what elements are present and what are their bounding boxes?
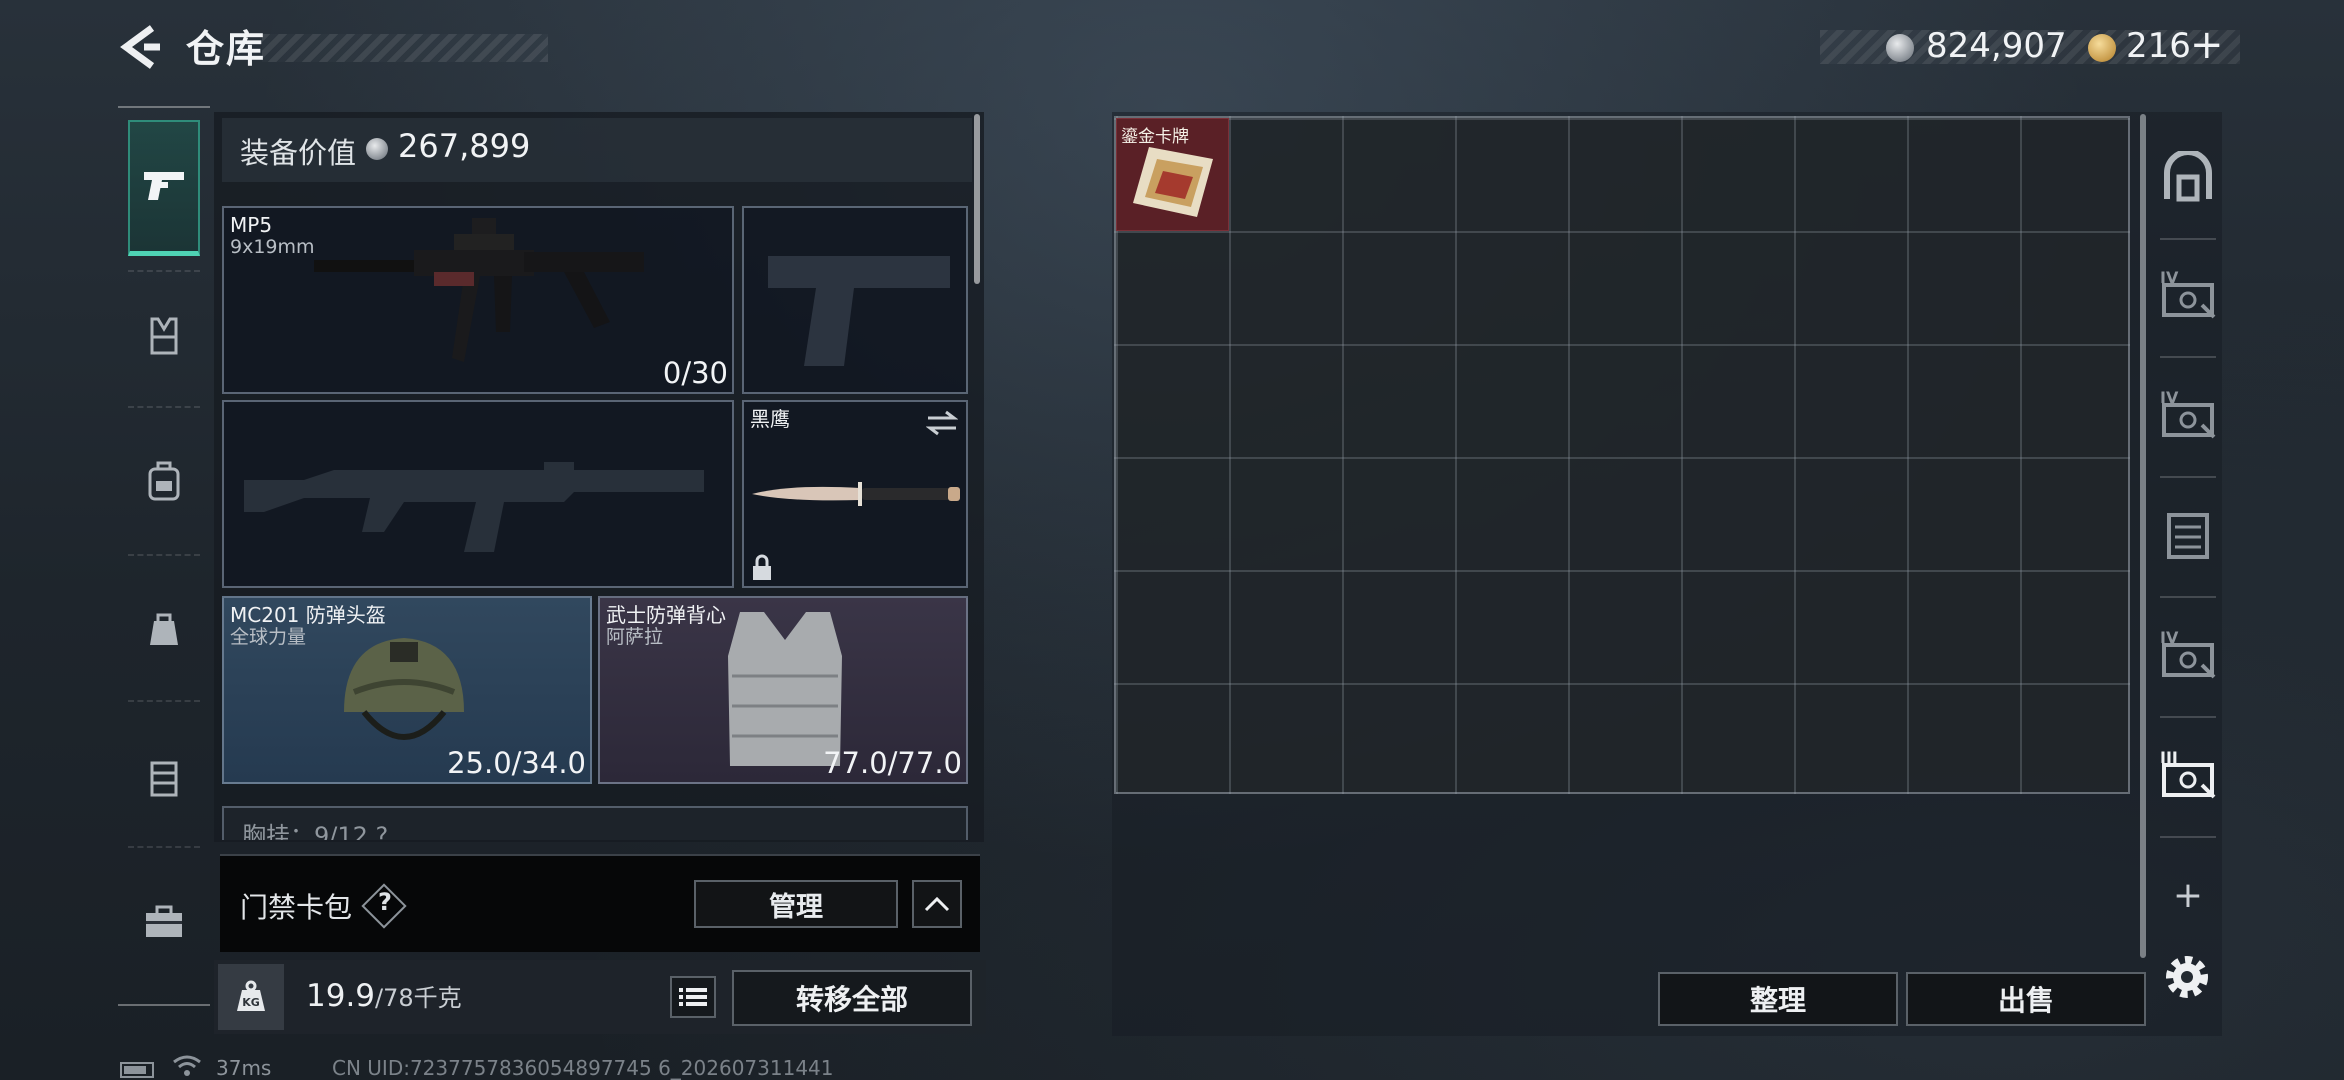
gold-coin-icon [2088,34,2116,62]
safe-box-icon [2164,151,2212,202]
primary-weapon-slot[interactable]: MP5 9x19mm 0/30 [222,206,734,394]
rail-top-line [118,106,210,108]
pistol-silhouette-icon [768,256,950,366]
list-icon [679,988,707,1006]
battery-level [124,1066,146,1074]
equipment-value: 267,899 [398,127,531,165]
rail-item-weapons[interactable] [128,144,200,228]
gear-icon[interactable] [2158,948,2216,1006]
back-button[interactable] [116,22,162,72]
add-currency-button[interactable]: + [2190,22,2224,68]
stash-item-name: 鎏金卡牌 [1121,127,1189,147]
weight-capacity: /78千克 [375,984,462,1012]
knife-icon [752,482,960,506]
rail-separator [128,846,200,848]
weight-icon-box: KG [218,964,284,1030]
stash-scrollbar[interactable] [2140,114,2146,958]
add-container-button[interactable]: + [2164,872,2212,920]
backpack-icon [148,461,180,501]
stash-grid[interactable] [1114,116,2130,794]
rail-item-pouch[interactable] [128,586,200,670]
page-title: 仓库 [186,27,267,71]
rail-item-case[interactable] [128,880,200,964]
ping-text: 37ms [216,1056,272,1080]
rail-separator [128,406,200,408]
crate-iv-icon: IV [2160,388,2216,439]
rail-item-armor[interactable] [128,294,200,378]
body-armor-slot[interactable]: 武士防弹背心 阿萨拉 77.0/77.0 [598,596,968,784]
lock-icon [753,554,771,580]
melee-slot[interactable]: 黑鹰 [742,400,968,588]
carry-weight: 19.9/78千克 [306,978,462,1014]
briefcase-icon [146,905,182,937]
rifle-silhouette-icon [244,462,704,552]
weapon-caliber: 9x19mm [230,236,315,258]
armor-durability: 77.0/77.0 [823,746,962,780]
crate-iv-icon: IV [2160,628,2216,679]
rail-bottom-line [118,1004,210,1006]
crate-separator [2160,476,2216,478]
list-view-button[interactable] [670,976,716,1018]
helmet-maker: 全球力量 [230,626,307,648]
crate-separator [2160,716,2216,718]
armor-maker: 阿萨拉 [606,626,664,648]
crate-separator [2160,356,2216,358]
silver-coin-icon [1886,34,1914,62]
expand-button[interactable] [912,880,962,928]
mp5-icon [314,218,644,362]
crate-slot-1[interactable]: IV [2156,262,2220,326]
crate-separator [2160,836,2216,838]
crate-slot-3[interactable] [2156,502,2220,566]
rail-separator [128,554,200,556]
gold-amount: 216 [2126,26,2191,66]
ammo-count: 0/30 [662,356,728,390]
helmet-slot[interactable]: MC201 防弹头盔 全球力量 25.0/34.0 [222,596,592,784]
swap-icon[interactable] [926,410,958,436]
silver-coin-icon [366,138,388,160]
rail-item-chest-rig[interactable] [128,736,200,820]
crate-slot-4[interactable]: IV [2156,622,2220,686]
card-bag-label: 门禁卡包 [240,891,353,924]
kg-weight-icon: KG [237,980,265,1011]
melee-name: 黑鹰 [750,407,790,431]
armor-vest-icon [150,317,178,355]
chest-rig-icon [150,761,178,797]
crate-separator [2160,238,2216,240]
equipment-value-label: 装备价值 [240,136,357,170]
weapon-name: MP5 [230,213,273,237]
armor-name: 武士防弹背心 [606,603,726,627]
secondary-weapon-slot[interactable] [222,400,734,588]
chevron-up-icon [924,896,950,912]
current-weight: 19.9 [306,978,376,1014]
chest-rig-row[interactable]: 胸挂：9/12 ? [222,806,968,840]
crate-iv-icon: IV [2160,268,2216,319]
rail-item-backpack[interactable] [128,438,200,522]
sell-button[interactable]: 出售 [1906,972,2146,1026]
svg-text:KG: KG [242,996,260,1009]
gilded-card-icon [1133,147,1213,217]
wifi-icon [173,1055,201,1076]
sidearm-slot[interactable] [742,206,968,394]
crate-iii-icon: III [2160,748,2216,799]
sort-button[interactable]: 整理 [1658,972,1898,1026]
transfer-all-button[interactable]: 转移全部 [732,970,972,1026]
helmet-durability: 25.0/34.0 [447,746,586,780]
silver-amount: 824,907 [1926,26,2067,66]
rail-separator [128,270,200,272]
pouch-icon [150,613,178,645]
rail-separator [128,700,200,702]
crate-separator [2160,596,2216,598]
pistol-icon [144,172,184,200]
help-icon-glyph: ? [378,888,392,916]
equipment-scrollbar[interactable] [974,114,980,284]
chest-rig-label: 胸挂：9/12 ? [242,822,389,840]
manage-button[interactable]: 管理 [694,880,898,928]
crate-list-icon [2167,513,2209,559]
crate-slot-5[interactable]: III [2156,742,2220,806]
uid-text: CN UID:7237757836054897745 6_20260731144… [332,1056,834,1080]
crate-slot-2[interactable]: IV [2156,382,2220,446]
crate-safe-box[interactable] [2156,146,2220,210]
title-decoration [262,34,548,62]
